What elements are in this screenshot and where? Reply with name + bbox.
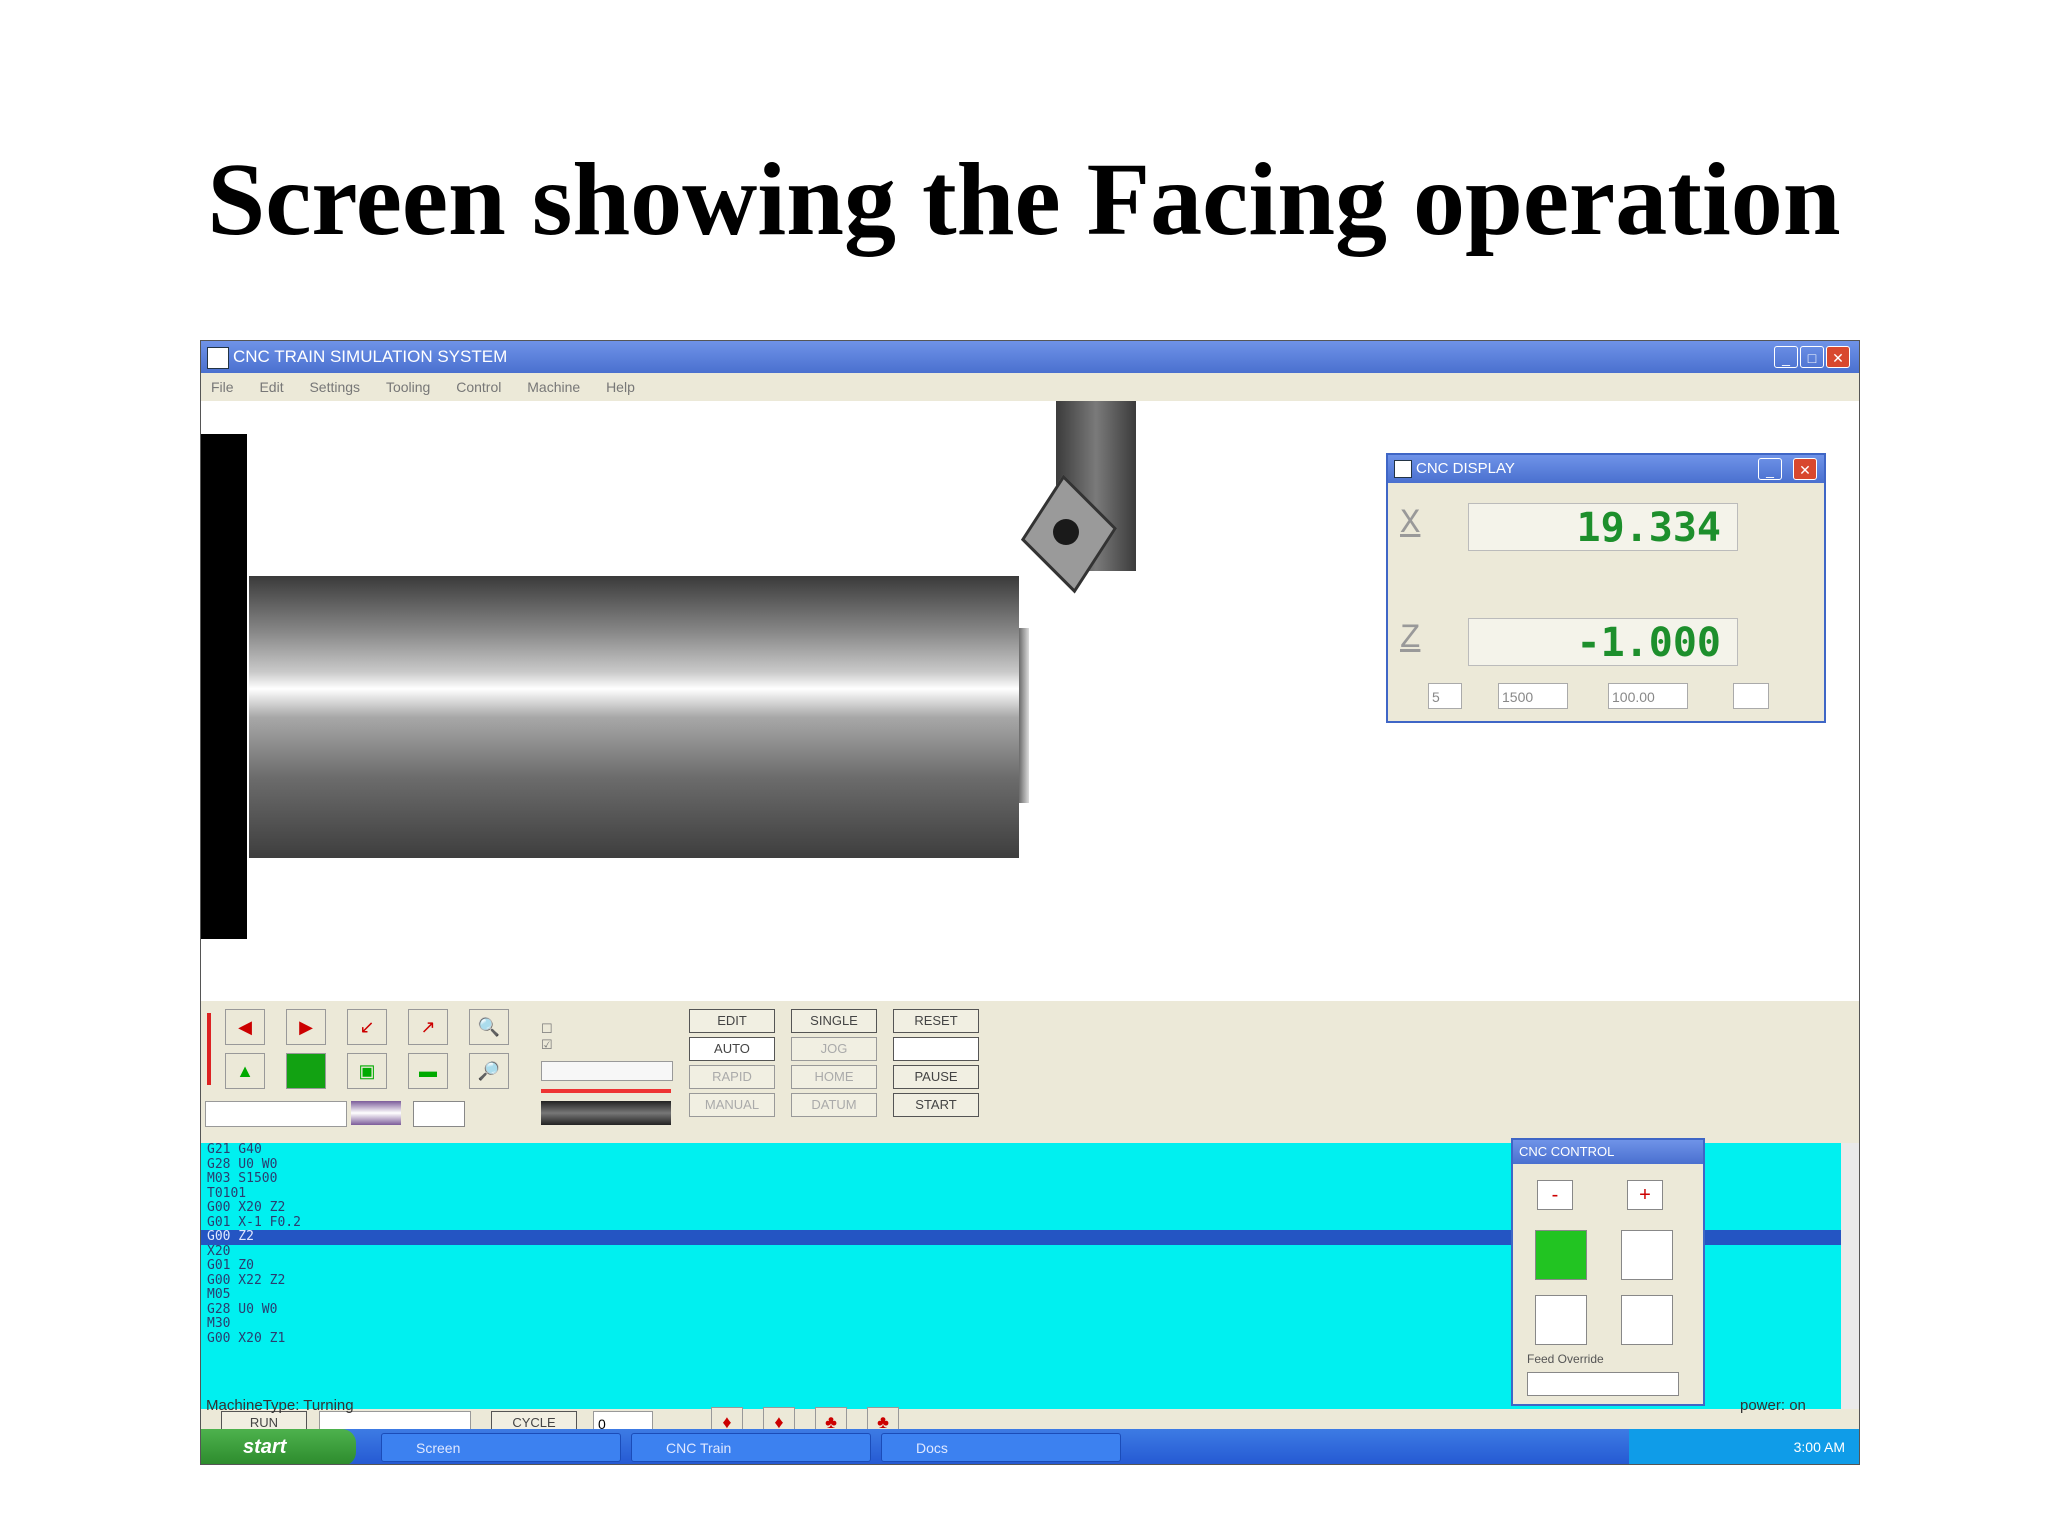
minimize-button[interactable]: _ [1774,346,1798,368]
clock: 3:00 AM [1793,1439,1845,1455]
jog-left-icon[interactable]: ◀ [225,1009,265,1045]
menu-machine[interactable]: Machine [527,379,580,395]
task-docs[interactable]: Docs [881,1433,1121,1462]
pause-button[interactable]: PAUSE [893,1065,979,1089]
dro-minimize-button[interactable]: _ [1758,458,1782,480]
view-solid-icon[interactable] [286,1053,326,1089]
slide-title: Screen showing the Facing operation [207,142,1841,257]
z-axis-label: Z [1400,620,1421,658]
menu-help[interactable]: Help [606,379,635,395]
position-slider[interactable] [541,1061,673,1081]
cnc-display-window: CNC DISPLAY _ ✕ X 19.334 Z -1.000 5 1500… [1386,453,1826,723]
control-toolbar: ◀ ▶ ↙ ↗ 🔍 ▲ ▣ ▬ 🔎 ☐ ☑ EDIT SINGLE RESET A… [201,1001,1859,1141]
auto-button[interactable]: AUTO [689,1037,775,1061]
faced-end [1019,628,1029,803]
x-axis-value: 19.334 [1468,503,1738,551]
single-button[interactable]: SINGLE [791,1009,877,1033]
speed-slider[interactable] [205,1101,347,1127]
maximize-button[interactable]: □ [1800,346,1824,368]
tool-preview [541,1101,671,1125]
jog-diag-down-icon[interactable]: ↙ [347,1009,387,1045]
spindle-stop-button[interactable] [1621,1295,1673,1345]
menu-bar: File Edit Settings Tooling Control Machi… [201,373,1859,401]
jog-right-icon[interactable]: ▶ [286,1009,326,1045]
simulation-view: CNC DISPLAY _ ✕ X 19.334 Z -1.000 5 1500… [201,401,1859,1001]
dro-close-button[interactable]: ✕ [1793,458,1817,480]
feed-override-label: Feed Override [1527,1352,1604,1366]
jog-diag-up-icon[interactable]: ↗ [408,1009,448,1045]
feed-override-slider[interactable] [1527,1372,1679,1396]
system-tray: 3:00 AM [1629,1429,1859,1464]
color-swatch[interactable] [351,1101,401,1125]
manual-button[interactable]: MANUAL [689,1093,775,1117]
feed-minus-button[interactable]: - [1537,1180,1573,1210]
close-button[interactable]: ✕ [1826,346,1850,368]
status-right: power: on [1740,1397,1806,1414]
task-cnc-train[interactable]: CNC Train [631,1433,871,1462]
insert-screw [1053,519,1079,545]
zoom-in-icon[interactable]: 🔍 [469,1009,509,1045]
cnc-simulator-window: CNC TRAIN SIMULATION SYSTEM _ □ ✕ File E… [200,340,1860,1465]
feed-field[interactable]: 100.00 [1608,683,1688,709]
spindle-cw-button[interactable] [1535,1295,1587,1345]
extra-field[interactable] [1733,683,1769,709]
program-scrollbar[interactable] [1841,1143,1859,1409]
menu-control[interactable]: Control [456,379,501,395]
jog-button[interactable]: JOG [791,1037,877,1061]
dro-title: CNC DISPLAY [1416,460,1515,477]
mode-select[interactable] [893,1037,979,1061]
red-marker [207,1013,211,1085]
view-section-icon[interactable]: ▣ [347,1053,387,1089]
dro-icon [1394,460,1412,478]
panel-titlebar[interactable]: CNC CONTROL [1513,1140,1703,1164]
dro-titlebar[interactable]: CNC DISPLAY _ ✕ [1388,455,1824,483]
status-left: MachineType: Turning [206,1397,354,1414]
spindle-speed-field[interactable]: 1500 [1498,683,1568,709]
rapid-button[interactable]: RAPID [689,1065,775,1089]
x-axis-label: X [1400,505,1421,543]
start-cycle-button[interactable]: START [893,1093,979,1117]
cycle-stop-button[interactable] [1621,1230,1673,1280]
menu-tooling[interactable]: Tooling [386,379,430,395]
home-button[interactable]: HOME [791,1065,877,1089]
progress-red-line [541,1089,671,1093]
edit-button[interactable]: EDIT [689,1009,775,1033]
menu-settings[interactable]: Settings [309,379,360,395]
workpiece [249,576,1019,858]
menu-edit[interactable]: Edit [259,379,283,395]
window-title: CNC TRAIN SIMULATION SYSTEM [233,347,508,366]
display-options[interactable]: ☐ ☑ [541,1021,661,1061]
window-titlebar[interactable]: CNC TRAIN SIMULATION SYSTEM _ □ ✕ [201,341,1859,373]
cnc-control-panel: CNC CONTROL - + Feed Override [1511,1138,1705,1406]
reset-button[interactable]: RESET [893,1009,979,1033]
panel-title: CNC CONTROL [1519,1144,1615,1159]
view-line-icon[interactable]: ▬ [408,1053,448,1089]
tool-number-field[interactable]: 5 [1428,683,1462,709]
datum-button[interactable]: DATUM [791,1093,877,1117]
feed-plus-button[interactable]: + [1627,1180,1663,1210]
chuck [201,434,247,939]
z-axis-value: -1.000 [1468,618,1738,666]
task-screen[interactable]: Screen [381,1433,621,1462]
step-back-icon[interactable] [413,1101,465,1127]
taskbar: start Screen CNC Train Docs 3:00 AM [201,1429,1859,1464]
cycle-start-button[interactable] [1535,1230,1587,1280]
start-button[interactable]: start [201,1429,356,1464]
menu-file[interactable]: File [211,379,234,395]
view-profile-icon[interactable]: ▲ [225,1053,265,1089]
zoom-out-icon[interactable]: 🔎 [469,1053,509,1089]
app-icon [207,347,229,369]
